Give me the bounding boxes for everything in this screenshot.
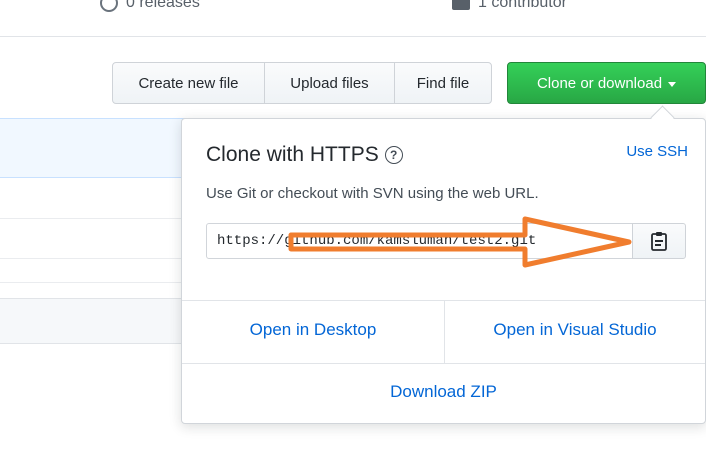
clone-url-input[interactable]: https://github.com/kamsluman/test2.git [206, 223, 633, 259]
clone-or-download-button[interactable]: Clone or download [507, 62, 706, 104]
upload-files-button[interactable]: Upload files [264, 62, 395, 104]
file-row-divider [0, 258, 190, 259]
tag-icon [100, 0, 118, 12]
contributors-stat[interactable]: 1 contributor [452, 0, 567, 12]
clone-dropdown-panel: Clone with HTTPS? Use SSH Use Git or che… [181, 118, 706, 424]
copy-to-clipboard-button[interactable] [632, 223, 686, 259]
file-row-divider [0, 218, 190, 219]
open-in-visual-studio-button[interactable]: Open in Visual Studio [445, 320, 705, 340]
panel-divider [182, 363, 705, 364]
panel-title: Clone with HTTPS? [206, 143, 403, 167]
clipboard-icon [651, 232, 667, 251]
releases-label: 0 releases [126, 0, 200, 12]
caret-down-icon [668, 81, 677, 87]
repo-stats-bar: 0 releases 1 contributor [0, 0, 706, 37]
download-zip-button[interactable]: Download ZIP [182, 382, 705, 402]
people-icon [452, 0, 470, 10]
open-in-desktop-button[interactable]: Open in Desktop [182, 320, 444, 340]
file-actions-group: Create new file Upload files Find file [112, 62, 492, 104]
readme-header [0, 298, 190, 344]
file-row-divider [0, 282, 190, 283]
clone-https-title: Clone with HTTPS [206, 143, 379, 166]
find-file-button[interactable]: Find file [394, 62, 492, 104]
create-new-file-button[interactable]: Create new file [112, 62, 265, 104]
commit-tease-bar [0, 118, 190, 178]
releases-stat[interactable]: 0 releases [100, 0, 200, 12]
clone-description: Use Git or checkout with SVN using the w… [206, 185, 539, 202]
question-circle-icon[interactable]: ? [384, 146, 403, 165]
use-ssh-link[interactable]: Use SSH [626, 143, 688, 160]
clone-or-download-label: Clone or download [536, 74, 663, 92]
contributors-label: 1 contributor [478, 0, 567, 11]
